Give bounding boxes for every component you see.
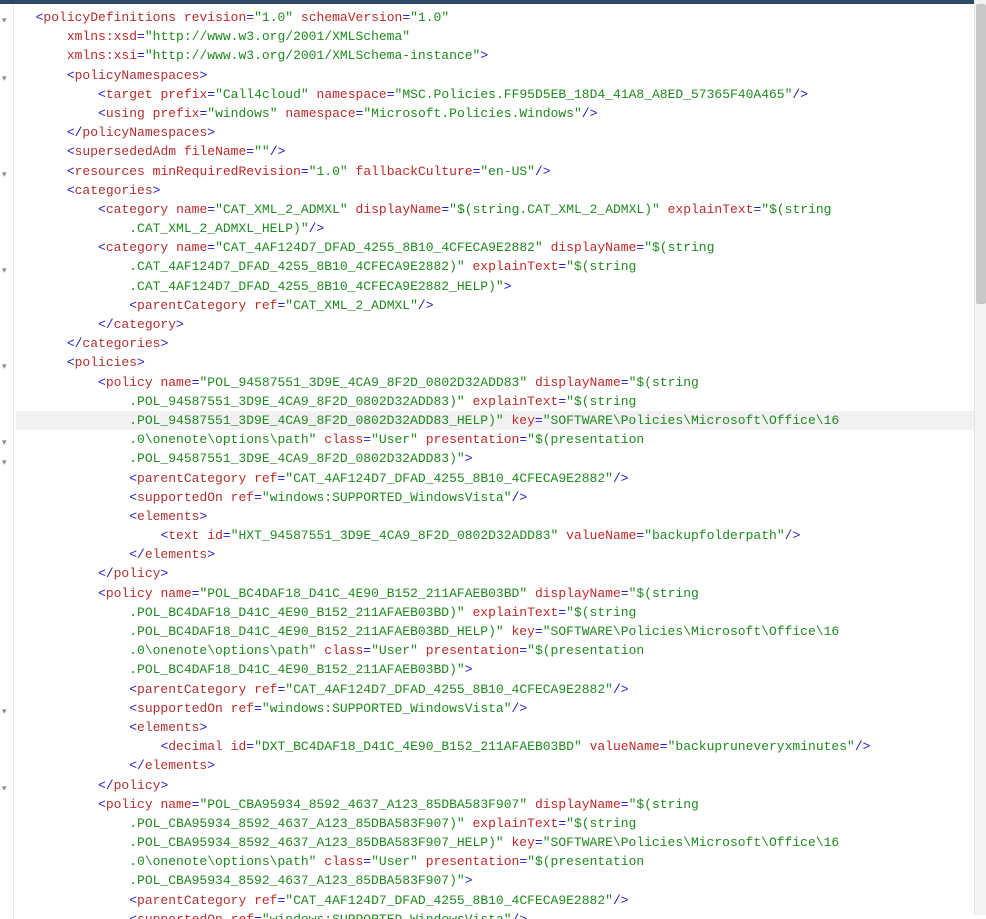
code-line[interactable]: <categories> bbox=[16, 181, 986, 200]
code-line[interactable]: </policy> bbox=[16, 564, 986, 583]
code-line[interactable]: <category name="CAT_4AF124D7_DFAD_4255_8… bbox=[16, 238, 986, 257]
code-line[interactable]: <supersededAdm fileName=""/> bbox=[16, 142, 986, 161]
code-line[interactable]: .0\onenote\options\path" class="User" pr… bbox=[16, 852, 986, 871]
fold-marker-icon[interactable]: ▾ bbox=[2, 170, 7, 180]
code-line[interactable]: xmlns:xsi="http://www.w3.org/2001/XMLSch… bbox=[16, 46, 986, 65]
code-line[interactable]: <parentCategory ref="CAT_XML_2_ADMXL"/> bbox=[16, 296, 986, 315]
code-line[interactable]: <policy name="POL_94587551_3D9E_4CA9_8F2… bbox=[16, 373, 986, 392]
code-line[interactable]: .POL_BC4DAF18_D41C_4E90_B152_211AFAEB03B… bbox=[16, 622, 986, 641]
code-line[interactable]: </elements> bbox=[16, 756, 986, 775]
code-line[interactable]: </policy> bbox=[16, 776, 986, 795]
fold-marker-icon[interactable]: ▾ bbox=[2, 362, 7, 372]
code-line[interactable]: <resources minRequiredRevision="1.0" fal… bbox=[16, 162, 986, 181]
code-line[interactable]: <policies> bbox=[16, 353, 986, 372]
code-line[interactable]: <supportedOn ref="windows:SUPPORTED_Wind… bbox=[16, 910, 986, 919]
code-line[interactable]: .POL_CBA95934_8592_4637_A123_85DBA583F90… bbox=[16, 814, 986, 833]
code-line[interactable]: </elements> bbox=[16, 545, 986, 564]
code-line[interactable]: <policyNamespaces> bbox=[16, 66, 986, 85]
code-line[interactable]: <target prefix="Call4cloud" namespace="M… bbox=[16, 85, 986, 104]
code-line[interactable]: .POL_94587551_3D9E_4CA9_8F2D_0802D32ADD8… bbox=[16, 449, 986, 468]
gutter: ▾ ▾ ▾ ▾ ▾ ▾ ▾ ▾ ▾ bbox=[0, 4, 14, 919]
code-line[interactable]: </category> bbox=[16, 315, 986, 334]
code-line[interactable]: .0\onenote\options\path" class="User" pr… bbox=[16, 430, 986, 449]
fold-marker-icon[interactable]: ▾ bbox=[2, 458, 7, 468]
code-line[interactable]: .POL_94587551_3D9E_4CA9_8F2D_0802D32ADD8… bbox=[16, 411, 986, 430]
code-line[interactable]: </categories> bbox=[16, 334, 986, 353]
fold-marker-icon[interactable]: ▾ bbox=[2, 438, 7, 448]
code-line[interactable]: .POL_CBA95934_8592_4637_A123_85DBA583F90… bbox=[16, 871, 986, 890]
code-area[interactable]: <policyDefinitions revision="1.0" schema… bbox=[14, 4, 986, 919]
code-line[interactable]: <decimal id="DXT_BC4DAF18_D41C_4E90_B152… bbox=[16, 737, 986, 756]
code-line[interactable]: <elements> bbox=[16, 507, 986, 526]
fold-marker-icon[interactable]: ▾ bbox=[2, 16, 7, 26]
code-line[interactable]: <parentCategory ref="CAT_4AF124D7_DFAD_4… bbox=[16, 680, 986, 699]
code-line[interactable]: <policyDefinitions revision="1.0" schema… bbox=[16, 8, 986, 27]
code-line[interactable]: .CAT_4AF124D7_DFAD_4255_8B10_4CFECA9E288… bbox=[16, 257, 986, 276]
code-line[interactable]: .0\onenote\options\path" class="User" pr… bbox=[16, 641, 986, 660]
code-line[interactable]: .POL_CBA95934_8592_4637_A123_85DBA583F90… bbox=[16, 833, 986, 852]
code-line[interactable]: .CAT_4AF124D7_DFAD_4255_8B10_4CFECA9E288… bbox=[16, 277, 986, 296]
code-line[interactable]: <elements> bbox=[16, 718, 986, 737]
code-line[interactable]: .POL_94587551_3D9E_4CA9_8F2D_0802D32ADD8… bbox=[16, 392, 986, 411]
editor-container: ▾ ▾ ▾ ▾ ▾ ▾ ▾ ▾ ▾ <policyDefinitions revision="1… bbox=[0, 4, 986, 919]
code-line[interactable]: <parentCategory ref="CAT_4AF124D7_DFAD_4… bbox=[16, 469, 986, 488]
code-line[interactable]: .POL_BC4DAF18_D41C_4E90_B152_211AFAEB03B… bbox=[16, 603, 986, 622]
code-line[interactable]: <supportedOn ref="windows:SUPPORTED_Wind… bbox=[16, 699, 986, 718]
vertical-scrollbar[interactable] bbox=[974, 0, 986, 915]
code-line[interactable]: .CAT_XML_2_ADMXL_HELP)"/> bbox=[16, 219, 986, 238]
code-line[interactable]: <parentCategory ref="CAT_4AF124D7_DFAD_4… bbox=[16, 891, 986, 910]
fold-marker-icon[interactable]: ▾ bbox=[2, 707, 7, 717]
fold-marker-icon[interactable]: ▾ bbox=[2, 266, 7, 276]
code-line[interactable]: <supportedOn ref="windows:SUPPORTED_Wind… bbox=[16, 488, 986, 507]
fold-marker-icon[interactable]: ▾ bbox=[2, 74, 7, 84]
fold-marker-icon[interactable]: ▾ bbox=[2, 784, 7, 794]
code-line[interactable]: xmlns:xsd="http://www.w3.org/2001/XMLSch… bbox=[16, 27, 986, 46]
code-line[interactable]: <policy name="POL_BC4DAF18_D41C_4E90_B15… bbox=[16, 584, 986, 603]
code-line[interactable]: <policy name="POL_CBA95934_8592_4637_A12… bbox=[16, 795, 986, 814]
code-line[interactable]: <text id="HXT_94587551_3D9E_4CA9_8F2D_08… bbox=[16, 526, 986, 545]
code-line[interactable]: <using prefix="windows" namespace="Micro… bbox=[16, 104, 986, 123]
code-line[interactable]: </policyNamespaces> bbox=[16, 123, 986, 142]
code-line[interactable]: .POL_BC4DAF18_D41C_4E90_B152_211AFAEB03B… bbox=[16, 660, 986, 679]
scroll-thumb[interactable] bbox=[976, 4, 986, 304]
code-line[interactable]: <category name="CAT_XML_2_ADMXL" display… bbox=[16, 200, 986, 219]
